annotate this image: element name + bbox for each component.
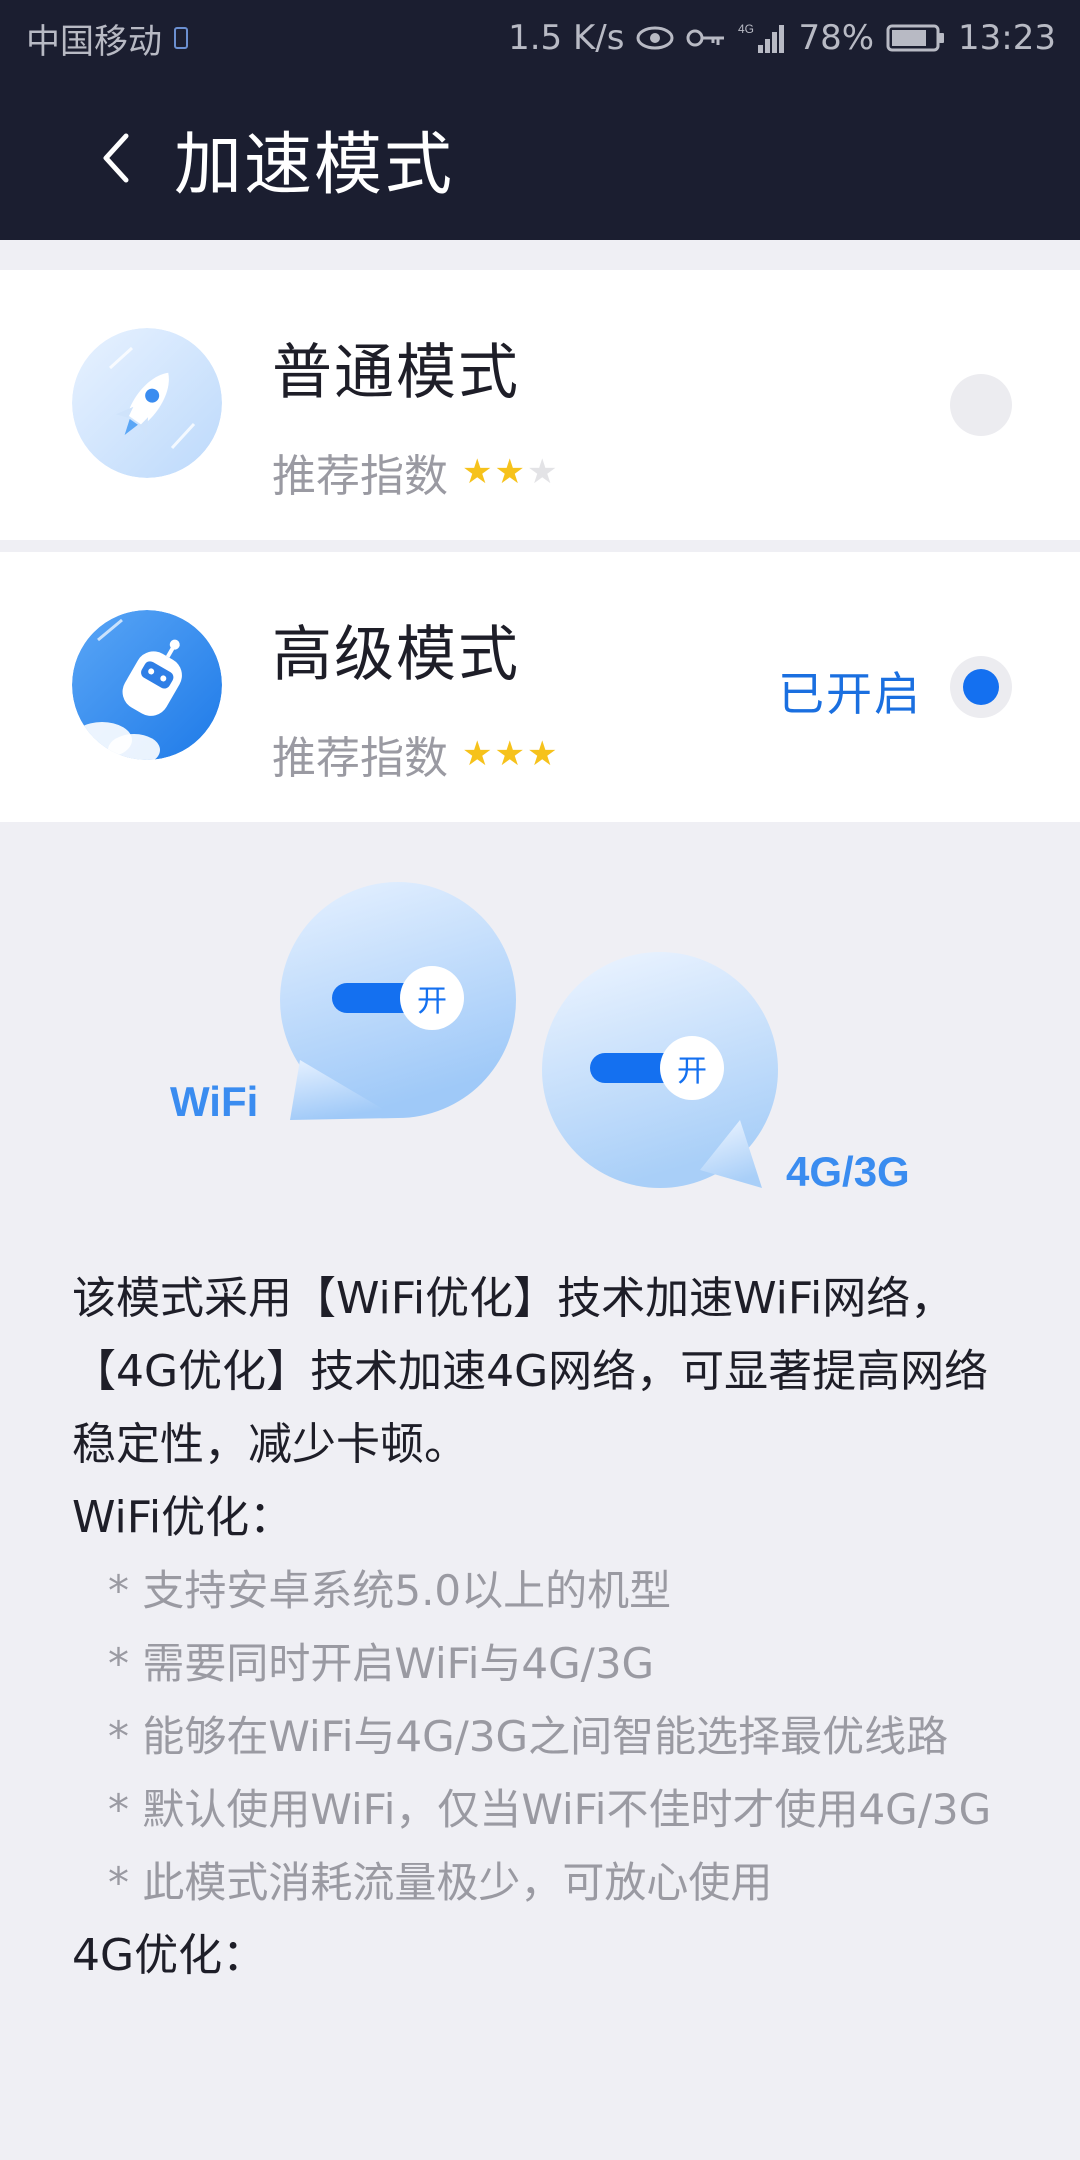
mode-option-normal[interactable]: 普通模式 推荐指数 ★★★ [0,270,1080,540]
wifi-label: WiFi [170,1078,258,1125]
page-title: 加速模式 [174,125,455,205]
wifi-bubble: 开 WiFi [170,882,516,1125]
battery-percent: 78% [798,18,875,58]
list-item: * 支持安卓系统5.0以上的机型 [108,1566,672,1615]
mode-name: 普通模式 [272,338,520,408]
mode-name: 高级模式 [272,620,520,690]
mode-option-advanced[interactable]: 高级模式 推荐指数 ★★★ 已开启 [0,552,1080,822]
clock: 13:23 [958,18,1056,58]
rating-label: 推荐指数 [272,733,448,784]
mode-description: 该模式采用【WiFi优化】技术加速WiFi网络，【4G优化】技术加速4G网络，可… [72,1262,1012,1992]
robot-rocket-icon [72,610,222,760]
key-icon [686,27,726,49]
chevron-left-icon [103,133,129,183]
list-item: * 默认使用WiFi，仅当WiFi不佳时才使用4G/3G [108,1785,992,1834]
star-icon: ★ [462,734,495,774]
network-speed: 1.5 K/s [508,18,625,58]
battery-icon [886,23,946,53]
mode-radio[interactable] [950,374,1012,436]
toggle-text: 开 [677,1054,707,1089]
network-illustration: 开 WiFi 开 4G/3G [0,820,1080,1220]
cellular-label: 4G/3G [786,1148,910,1195]
rocket-icon [72,328,222,478]
status-left: 中国移动 [26,14,188,63]
network-type: 4G [738,22,754,36]
list-item: * 能够在WiFi与4G/3G之间智能选择最优线路 [108,1712,949,1761]
cellular-bubble: 开 4G/3G [542,952,910,1195]
list-item: * 需要同时开启WiFi与4G/3G [108,1639,655,1688]
star-icon: ★ [494,734,527,774]
status-bar: 中国移动 1.5 K/s 4G 78% 13:23 [0,0,1080,76]
star-icon: ★ [494,452,527,492]
star-rating-icon: ★★★ [462,734,559,774]
carrier-name: 中国移动 [26,21,162,62]
status-right: 1.5 K/s 4G 78% 13:23 [508,18,1056,58]
mode-radio[interactable] [950,656,1012,718]
wifi-points: * 支持安卓系统5.0以上的机型 * 需要同时开启WiFi与4G/3G * 能够… [72,1554,1012,1919]
star-icon: ★ [462,452,495,492]
signal-icon: 4G [738,21,786,55]
rating: 推荐指数 ★★★ [272,722,559,786]
wifi-heading: WiFi优化： [72,1492,294,1543]
enabled-status: 已开启 [778,667,922,721]
list-item: * 此模式消耗流量极少，可放心使用 [108,1858,773,1907]
cellular-heading: 4G优化： [72,1930,267,1981]
rating: 推荐指数 ★★★ [272,440,559,504]
app-bar: 加速模式 [0,76,1080,240]
sim-card-icon [174,27,188,49]
star-rating-icon: ★★★ [462,452,559,492]
eye-icon [636,25,674,51]
rating-label: 推荐指数 [272,451,448,502]
back-button[interactable] [66,108,166,208]
star-icon: ★ [526,734,560,774]
toggle-text: 开 [417,984,447,1019]
intro-text: 该模式采用【WiFi优化】技术加速WiFi网络，【4G优化】技术加速4G网络，可… [72,1273,989,1470]
star-icon: ★ [526,452,560,492]
